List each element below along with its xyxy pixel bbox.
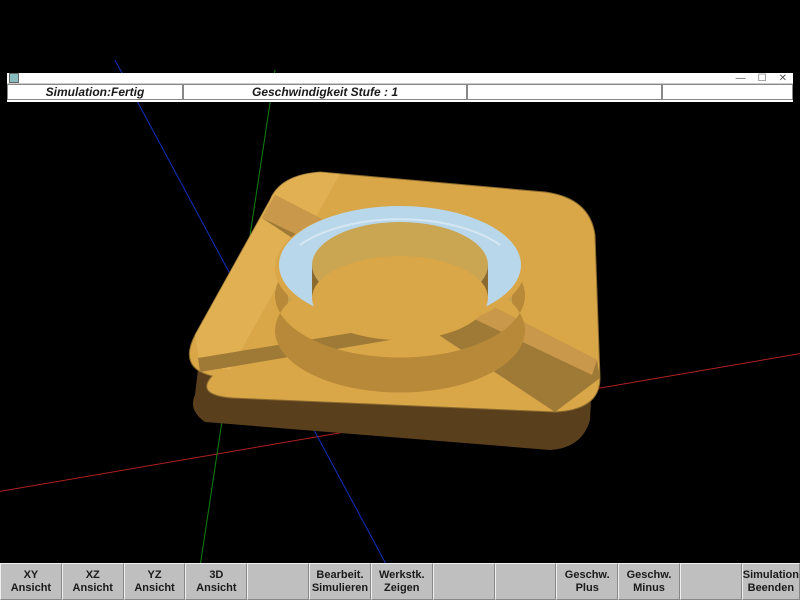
button-line2: Minus: [633, 582, 665, 595]
button-line2: Ansicht: [196, 582, 236, 595]
button-line1: Simulation: [743, 569, 799, 582]
speed-plus-button[interactable]: Geschw.Plus: [556, 563, 618, 600]
workpiece-model: [189, 172, 600, 450]
status-bar: Simulation:Fertig Geschwindigkeit Stufe …: [7, 84, 793, 102]
window-titlebar: — ☐ ✕: [7, 73, 793, 84]
status-cell-4: [662, 85, 793, 100]
button-line1: 3D: [209, 569, 223, 582]
speed-minus-button[interactable]: Geschw.Minus: [618, 563, 680, 600]
button-line2: Ansicht: [11, 582, 51, 595]
bottom-toolbar: XYAnsichtXZAnsichtYZAnsicht3DAnsichtBear…: [0, 563, 800, 600]
xz-view-button[interactable]: XZAnsicht: [62, 563, 124, 600]
simulate-machining-button[interactable]: Bearbeit.Simulieren: [309, 563, 371, 600]
empty-button-8: [433, 563, 495, 600]
show-workpiece-button[interactable]: Werkstk.Zeigen: [371, 563, 433, 600]
simulation-window: — ☐ ✕ Simulation:Fertig Geschwindigkeit …: [7, 73, 793, 101]
xy-view-button[interactable]: XYAnsicht: [0, 563, 62, 600]
empty-button-9: [495, 563, 557, 600]
button-line1: Werkstk.: [379, 569, 425, 582]
button-line2: Ansicht: [134, 582, 174, 595]
empty-button-5: [247, 563, 309, 600]
minimize-button[interactable]: —: [736, 73, 746, 84]
status-speed: Geschwindigkeit Stufe : 1: [183, 85, 467, 100]
button-line2: Plus: [576, 582, 599, 595]
3d-view-button[interactable]: 3DAnsicht: [185, 563, 247, 600]
empty-button-12: [680, 563, 742, 600]
button-line1: Geschw.: [565, 569, 610, 582]
button-line1: XZ: [86, 569, 100, 582]
maximize-button[interactable]: ☐: [758, 73, 767, 84]
button-line1: YZ: [148, 569, 162, 582]
close-button[interactable]: ✕: [779, 73, 787, 84]
app-icon: [9, 73, 19, 83]
status-cell-3: [467, 85, 662, 100]
button-line1: Bearbeit.: [316, 569, 363, 582]
button-line2: Ansicht: [73, 582, 113, 595]
button-line2: Simulieren: [312, 582, 368, 595]
yz-view-button[interactable]: YZAnsicht: [124, 563, 186, 600]
button-line1: XY: [24, 569, 39, 582]
button-line2: Zeigen: [384, 582, 419, 595]
button-line1: Geschw.: [627, 569, 672, 582]
end-simulation-button[interactable]: SimulationBeenden: [742, 563, 800, 600]
status-simulation: Simulation:Fertig: [7, 85, 183, 100]
button-line2: Beenden: [748, 582, 794, 595]
